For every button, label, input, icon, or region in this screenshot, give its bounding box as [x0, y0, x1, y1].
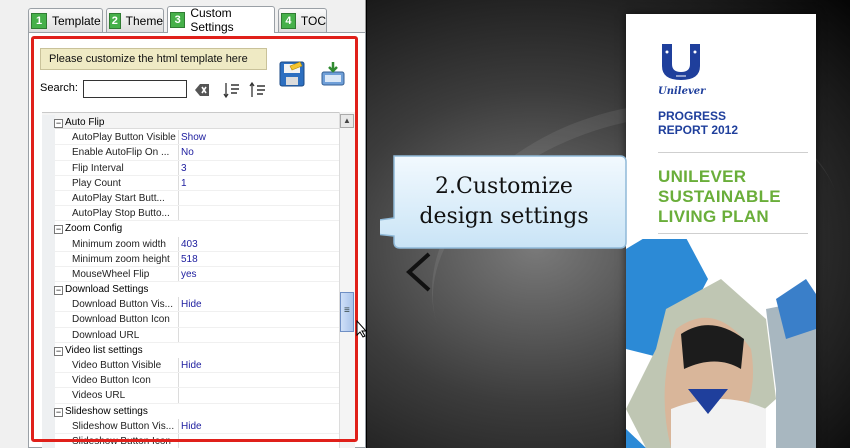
tab-label: TOC — [300, 13, 326, 28]
highlight-annotation — [31, 36, 358, 442]
tab-number-badge: 3 — [170, 12, 186, 28]
callout-line1: 2.Customize — [435, 174, 573, 199]
report-title: PROGRESS REPORT 2012 — [658, 109, 738, 137]
plan-title: UNILEVER SUSTAINABLE LIVING PLAN — [658, 167, 781, 227]
tab-custom-settings[interactable]: 3 Custom Settings — [167, 6, 275, 34]
plan-title-line3: LIVING PLAN — [658, 207, 769, 226]
settings-panel: 1 Template 2 Theme 3 Custom Settings 4 T… — [0, 0, 366, 448]
tab-toc[interactable]: 4 TOC — [278, 8, 327, 32]
unilever-logo-icon — [662, 44, 700, 80]
plan-title-line1: UNILEVER — [658, 167, 747, 186]
report-title-line1: PROGRESS — [658, 109, 727, 123]
tab-number-badge: 2 — [109, 12, 121, 29]
mouse-cursor-icon — [356, 320, 368, 338]
previous-page-arrow-icon[interactable] — [403, 250, 435, 294]
brand-wordmark: Unilever — [658, 86, 706, 97]
tab-template[interactable]: 1 Template — [28, 8, 103, 32]
plan-title-line2: SUSTAINABLE — [658, 187, 781, 206]
divider — [658, 152, 808, 153]
callout-line2: design settings — [419, 204, 589, 229]
tab-number-badge: 1 — [31, 12, 47, 29]
callout-text: 2.Customize design settings — [392, 172, 616, 232]
tab-label: Template — [52, 13, 101, 28]
book-page[interactable]: Unilever PROGRESS REPORT 2012 UNILEVER S… — [626, 14, 816, 448]
report-title-line2: REPORT 2012 — [658, 123, 739, 137]
tab-label: Theme — [125, 13, 163, 28]
tab-label: Custom Settings — [190, 6, 234, 34]
cover-photo-collage — [626, 239, 816, 448]
tab-theme[interactable]: 2 Theme — [106, 8, 164, 32]
divider — [658, 233, 808, 234]
tab-number-badge: 4 — [281, 12, 296, 29]
